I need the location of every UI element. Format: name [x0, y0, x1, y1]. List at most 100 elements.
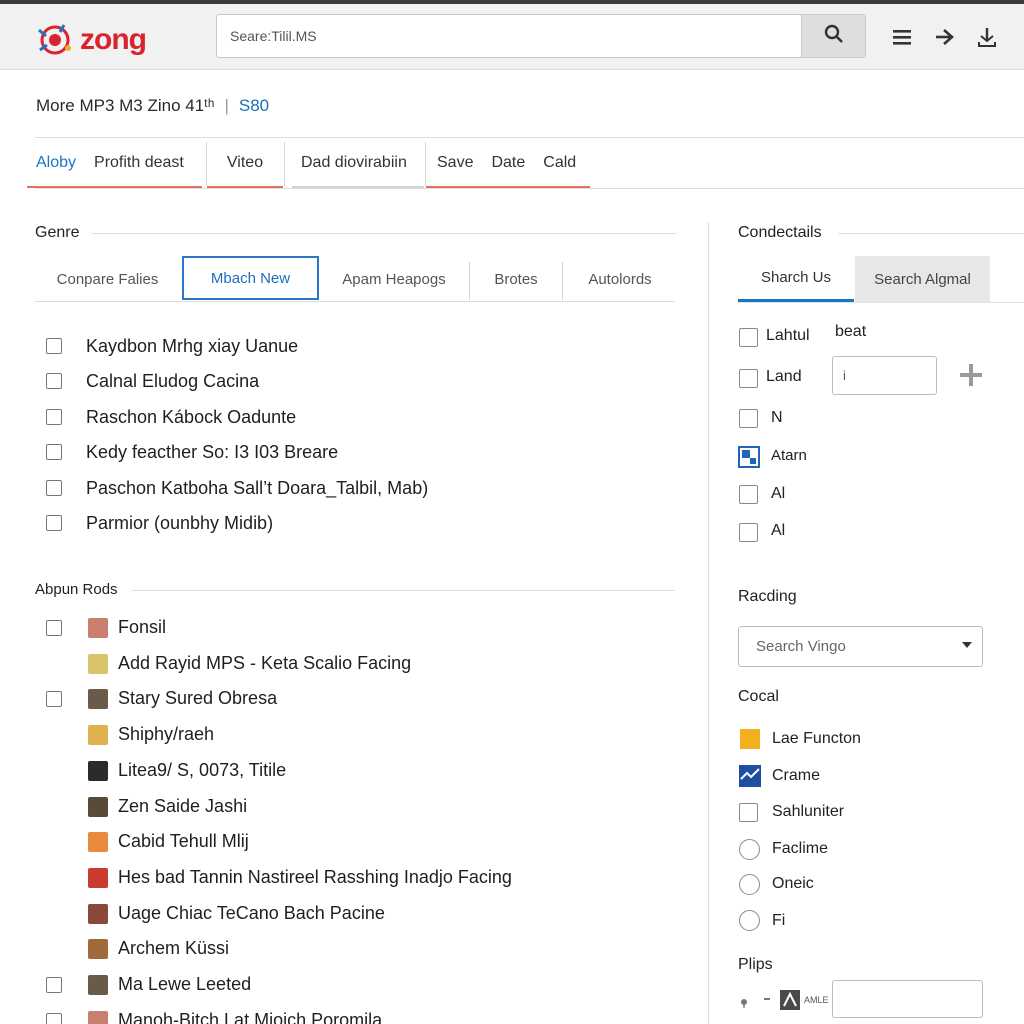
genre-tab-conpare-falies[interactable]: Conpare Falies [45, 258, 170, 300]
tab-dad-diovirabiin[interactable]: Dad diovirabiin [292, 154, 424, 172]
dash-icon [764, 998, 770, 1000]
chevron-down-icon [962, 642, 972, 648]
tab-profith-deast[interactable]: Profith deast [85, 154, 202, 172]
album-thumbnail-icon [88, 939, 108, 959]
album-thumbnail-icon [88, 618, 108, 638]
tab-group-1: Aloby Profith deast [27, 140, 202, 188]
genre-item-checkbox[interactable] [46, 480, 62, 496]
tab-viteo[interactable]: Viteo [218, 154, 272, 172]
album-thumbnail-icon [88, 725, 108, 745]
filter-input[interactable]: i [832, 356, 937, 395]
pin-icon [740, 995, 748, 1008]
album-thumbnail-icon [88, 797, 108, 817]
tab-save[interactable]: Save [426, 154, 482, 172]
album-heading-line [132, 590, 675, 591]
album-item-label[interactable]: Litea9/ S, 0073, Titile [118, 760, 286, 781]
tab-viteo-wrap: Viteo [207, 140, 283, 188]
filter-label: Lahtul [766, 327, 810, 344]
album-item-label[interactable]: Add Rayid MPS - Keta Scalio Facing [118, 653, 411, 674]
album-item-label[interactable]: Fonsil [118, 617, 166, 638]
tab-separator [562, 262, 563, 300]
album-item-label[interactable]: Shiphy/raeh [118, 724, 214, 745]
tab-group-3: Save Date Cald [426, 140, 590, 188]
genre-item-checkbox[interactable] [46, 409, 62, 425]
filter-label: Land [766, 368, 802, 385]
logo-text: zong [80, 23, 147, 56]
cocal-label: Fi [772, 912, 786, 929]
filter-checkbox[interactable] [739, 523, 758, 542]
album-thumbnail-icon [88, 654, 108, 674]
plips-small-label: AMLE [804, 995, 829, 1005]
album-item-label[interactable]: Ma Lewe Leeted [118, 974, 251, 995]
racding-select[interactable]: Search Vingo [738, 626, 983, 667]
racding-heading: Racding [738, 588, 797, 605]
color-swatch-yellow[interactable] [740, 729, 760, 749]
genre-tab-mbach-new[interactable]: Mbach New [182, 256, 319, 300]
tab-sharch-us[interactable]: Sharch Us [738, 256, 854, 302]
cocal-radio[interactable] [739, 839, 760, 860]
genre-item-checkbox[interactable] [46, 373, 62, 389]
album-item-label[interactable]: Archem Küssi [118, 938, 229, 959]
logo-mark-icon [34, 20, 76, 60]
page-title-row: More MP3 M3 Zino 41ᵗʰ | S80 [36, 96, 269, 116]
album-item-label[interactable]: Zen Saide Jashi [118, 796, 247, 817]
album-item-label[interactable]: Manoh-Bitch Lat Miojch Poromila [118, 1010, 382, 1024]
title-count[interactable]: S80 [239, 96, 269, 116]
search-bar [216, 14, 866, 58]
album-thumbnail-icon [88, 868, 108, 888]
menu-icon[interactable] [890, 24, 916, 50]
album-item-checkbox[interactable] [46, 1013, 62, 1024]
divider [35, 188, 1024, 189]
genre-tabs-underline [35, 301, 675, 302]
filter-checkbox[interactable] [739, 328, 758, 347]
filter-label: Atarn [771, 447, 807, 464]
genre-item-checkbox[interactable] [46, 515, 62, 531]
cocal-checkbox[interactable] [739, 803, 758, 822]
genre-item-checkbox[interactable] [46, 338, 62, 354]
cocal-radio[interactable] [739, 874, 760, 895]
side-label: beat [835, 323, 867, 340]
genre-tab-autolords[interactable]: Autolords [566, 258, 674, 300]
album-item-checkbox[interactable] [46, 691, 62, 707]
album-item-checkbox[interactable] [46, 620, 62, 636]
album-thumbnail-icon [88, 904, 108, 924]
filter-checkbox[interactable] [739, 369, 758, 388]
genre-heading-line [92, 233, 676, 234]
download-icon[interactable] [974, 24, 1000, 50]
cocal-radio[interactable] [739, 910, 760, 931]
tab-cald[interactable]: Cald [534, 154, 585, 172]
cocal-heading: Cocal [738, 688, 779, 705]
tab-date[interactable]: Date [482, 154, 534, 172]
filter-label: N [771, 409, 783, 426]
album-item-label[interactable]: Cabid Tehull Mlij [118, 831, 249, 852]
album-item-label[interactable]: Stary Sured Obresa [118, 688, 277, 709]
filter-checkbox[interactable] [739, 409, 758, 428]
filter-checkbox[interactable] [739, 485, 758, 504]
filter-checkbox-checked[interactable] [738, 446, 760, 468]
genre-item-checkbox[interactable] [46, 444, 62, 460]
color-swatch-blue[interactable] [739, 765, 761, 787]
logo[interactable]: zong [34, 20, 147, 60]
tab-search-algmal[interactable]: Search Algmal [855, 256, 990, 302]
tab-aloby[interactable]: Aloby [27, 154, 85, 172]
racding-select-value: Search Vingo [756, 638, 846, 655]
cocal-label: Oneic [772, 875, 814, 892]
genre-tab-apam-heapogs[interactable]: Apam Heapogs [330, 258, 458, 300]
divider [738, 302, 1024, 303]
cocal-label: Crame [772, 767, 821, 784]
album-item-label[interactable]: Uage Chiac TeCano Bach Pacine [118, 903, 385, 924]
plips-heading: Plips [738, 956, 773, 973]
album-item-checkbox[interactable] [46, 977, 62, 993]
genre-heading: Genre [35, 224, 80, 241]
forward-arrow-icon[interactable] [932, 24, 958, 50]
genre-tab-brotes[interactable]: Brotes [472, 258, 560, 300]
page-title: More MP3 M3 Zino 41ᵗʰ [36, 96, 215, 115]
panel-divider [708, 222, 709, 1024]
search-input[interactable] [217, 15, 801, 57]
plips-input[interactable] [832, 980, 983, 1018]
tab-dad-wrap: Dad diovirabiin [292, 140, 424, 188]
album-thumbnail-icon [88, 975, 108, 995]
add-icon[interactable] [958, 362, 984, 388]
album-item-label[interactable]: Hes bad Tannin Nastireel Rasshing Inadjo… [118, 867, 512, 888]
search-button[interactable] [801, 15, 865, 57]
